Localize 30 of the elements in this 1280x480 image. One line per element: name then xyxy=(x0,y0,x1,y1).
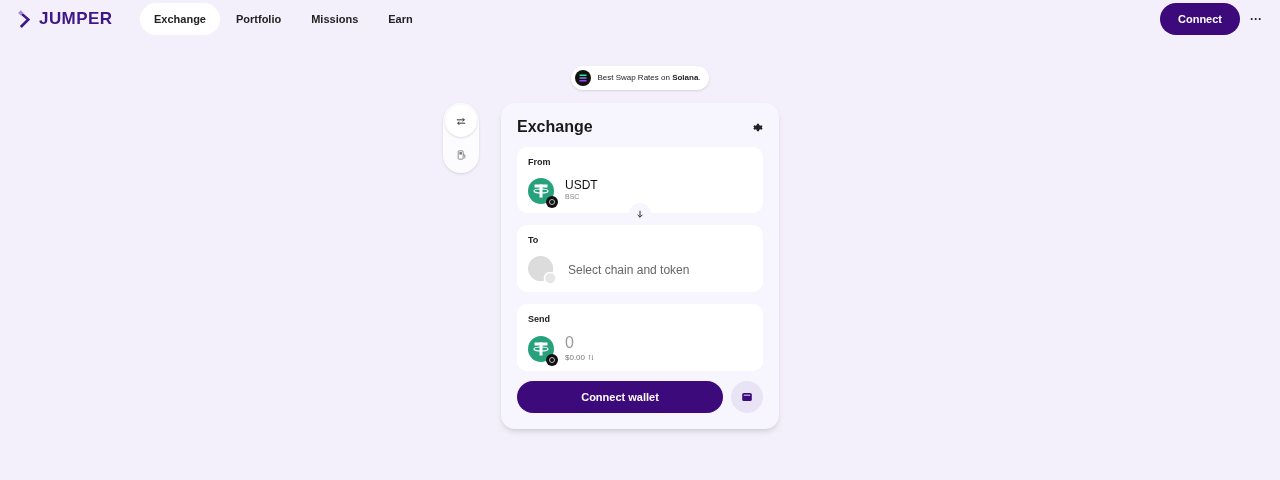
to-panel[interactable]: To Select chain and token xyxy=(517,225,763,292)
brand-name: JUMPER xyxy=(39,8,113,31)
side-tab[interactable] xyxy=(445,105,477,137)
connect-button[interactable]: Connect xyxy=(1160,3,1240,35)
to-label: To xyxy=(528,234,540,247)
usd-value: $0.00 xyxy=(565,351,586,364)
arrow-down-icon xyxy=(636,210,644,218)
connect-wallet-button[interactable]: Connect wallet xyxy=(517,381,723,413)
send-label: Send xyxy=(528,313,551,326)
fuel-pump-icon xyxy=(456,150,466,160)
banner-text: Best Swap Rates on Solana. xyxy=(597,72,701,84)
nav-tab[interactable]: Exchange xyxy=(140,3,220,35)
solana-logo-icon xyxy=(575,70,592,86)
amount-field[interactable]: 0 xyxy=(565,333,715,352)
wallet-icon xyxy=(742,393,752,401)
select-token-placeholder: Select chain and token xyxy=(568,262,690,279)
nav-tab[interactable]: Portfolio xyxy=(221,3,296,35)
nav-tab[interactable]: Missions xyxy=(297,3,373,35)
token-symbol: USDT xyxy=(565,178,598,193)
promo-banner[interactable]: Best Swap Rates on Solana. xyxy=(571,66,709,90)
nav-tab[interactable]: Earn xyxy=(374,3,427,35)
switch-icon[interactable] xyxy=(588,354,595,361)
empty-token-icon xyxy=(528,255,557,285)
card-title: Exchange xyxy=(517,117,593,137)
logo-icon xyxy=(18,9,33,29)
wallet-button[interactable] xyxy=(731,381,763,413)
swap-icon xyxy=(456,116,466,126)
from-label: From xyxy=(528,156,552,169)
more-button[interactable]: ··· xyxy=(1250,10,1262,28)
settings-icon[interactable] xyxy=(752,121,763,133)
